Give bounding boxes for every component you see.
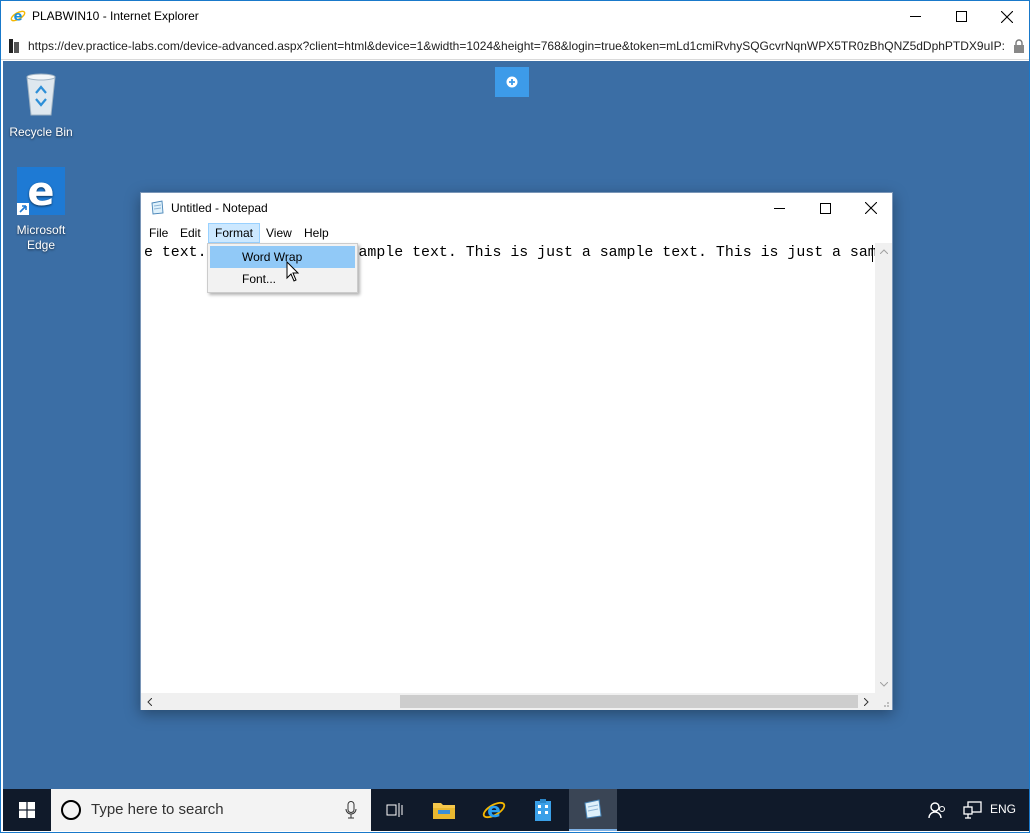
edge-icon: e xyxy=(17,167,65,215)
scroll-left-arrow[interactable] xyxy=(141,693,158,710)
menu-item-font[interactable]: Font... xyxy=(210,268,355,290)
url-field[interactable]: https://dev.practice-labs.com/device-adv… xyxy=(27,34,1010,57)
menu-item-word-wrap[interactable]: Word Wrap xyxy=(210,246,355,268)
menu-view[interactable]: View xyxy=(260,223,298,243)
svg-text:e: e xyxy=(27,169,54,215)
vertical-scrollbar[interactable] xyxy=(875,243,892,693)
recycle-bin-label: Recycle Bin xyxy=(9,125,73,139)
format-dropdown-menu: Word Wrap Font... xyxy=(207,243,358,293)
page-icon xyxy=(9,39,19,53)
start-button[interactable] xyxy=(3,789,51,831)
close-button[interactable] xyxy=(984,1,1030,32)
scroll-up-arrow[interactable] xyxy=(875,243,892,260)
plus-circle-icon xyxy=(506,76,518,88)
menu-file[interactable]: File xyxy=(143,223,174,243)
task-view-icon xyxy=(386,803,403,817)
store-button[interactable] xyxy=(519,789,567,831)
ie-titlebar: e PLABWIN10 - Internet Explorer xyxy=(1,1,1029,32)
notepad-menubar: File Edit Format View Help xyxy=(141,223,892,243)
notepad-icon xyxy=(584,799,602,819)
svg-text:e: e xyxy=(14,10,23,25)
internet-explorer-icon: e xyxy=(482,798,506,822)
remote-desktop[interactable]: Recycle Bin e Microsoft Edge Untitled - … xyxy=(3,61,1029,831)
network-icon[interactable] xyxy=(963,801,983,819)
windows-logo-icon xyxy=(19,802,35,818)
window-title: PLABWIN10 - Internet Explorer xyxy=(32,9,199,23)
chevron-down-icon xyxy=(879,682,888,687)
taskbar: Type here to search e ENG xyxy=(3,789,1029,831)
folder-icon xyxy=(433,803,455,819)
search-placeholder: Type here to search xyxy=(91,801,224,818)
resize-grip[interactable] xyxy=(875,693,892,710)
horizontal-scroll-thumb[interactable] xyxy=(400,695,858,708)
ie-window: e PLABWIN10 - Internet Explorer https://… xyxy=(0,0,1030,833)
scroll-right-arrow[interactable] xyxy=(858,693,875,710)
chevron-left-icon xyxy=(147,697,152,706)
menu-edit[interactable]: Edit xyxy=(174,223,207,243)
menu-format[interactable]: Format xyxy=(208,223,261,243)
notepad-taskbar-button[interactable] xyxy=(569,789,617,831)
minimize-icon xyxy=(773,207,785,209)
notepad-title: Untitled - Notepad xyxy=(171,201,268,215)
maximize-button[interactable] xyxy=(938,1,984,32)
minimize-icon xyxy=(909,16,921,17)
file-explorer-button[interactable] xyxy=(420,789,468,831)
lock-icon xyxy=(1014,39,1024,53)
remote-toolbar-button[interactable] xyxy=(495,67,529,97)
text-caret xyxy=(872,245,873,262)
notepad-minimize-button[interactable] xyxy=(756,193,802,223)
notepad-titlebar[interactable]: Untitled - Notepad xyxy=(141,193,892,223)
scroll-down-arrow[interactable] xyxy=(875,676,892,693)
horizontal-scrollbar[interactable] xyxy=(141,693,875,710)
menu-help[interactable]: Help xyxy=(298,223,335,243)
notepad-maximize-button[interactable] xyxy=(802,193,848,223)
close-icon xyxy=(865,202,877,214)
microphone-icon[interactable] xyxy=(345,801,357,819)
resize-grip-icon xyxy=(884,702,889,707)
recycle-bin-shortcut[interactable]: Recycle Bin xyxy=(3,69,79,140)
notepad-close-button[interactable] xyxy=(848,193,894,223)
address-bar: https://dev.practice-labs.com/device-adv… xyxy=(1,32,1029,60)
notepad-text-area[interactable]: e text. This is just a sample text. This… xyxy=(141,243,875,693)
close-icon xyxy=(1001,10,1013,23)
people-icon[interactable] xyxy=(927,800,947,820)
task-view-button[interactable] xyxy=(371,789,419,831)
language-indicator[interactable]: ENG xyxy=(990,802,1016,816)
chevron-up-icon xyxy=(879,249,888,254)
mouse-cursor-icon xyxy=(286,261,300,282)
internet-explorer-button[interactable]: e xyxy=(470,789,518,831)
edge-shortcut[interactable]: e Microsoft Edge xyxy=(3,167,79,253)
taskbar-search-box[interactable]: Type here to search xyxy=(51,789,371,831)
ie-logo-icon: e xyxy=(10,10,26,25)
building-icon xyxy=(535,799,551,821)
edge-label: Microsoft Edge xyxy=(16,223,66,252)
cortana-icon xyxy=(61,800,81,820)
chevron-right-icon xyxy=(864,697,869,706)
notepad-icon xyxy=(151,200,164,215)
maximize-icon xyxy=(819,202,831,214)
maximize-icon xyxy=(955,11,967,22)
minimize-button[interactable] xyxy=(892,1,938,32)
svg-text:e: e xyxy=(487,798,501,822)
recycle-bin-icon xyxy=(26,73,56,116)
